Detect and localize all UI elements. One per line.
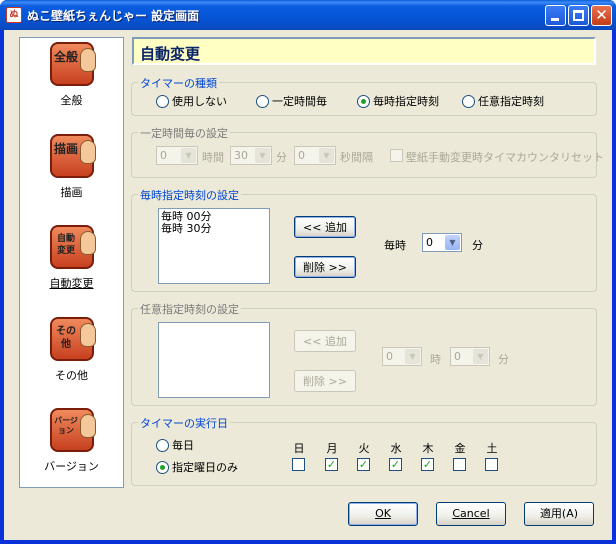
day-label-tue: 火 (358, 442, 370, 455)
sidebar-item-label: その他 (55, 369, 88, 382)
version-icon: バージョン (50, 408, 96, 452)
day-checkbox-wed[interactable]: ✓ (389, 458, 402, 471)
day-label-mon: 月 (326, 442, 338, 455)
hourly-time-list[interactable]: 毎時 00分 毎時 30分 (158, 208, 270, 284)
second-unit-label: 秒間隔 (340, 151, 373, 164)
radio-hourly[interactable]: 毎時指定時刻 (357, 93, 439, 109)
radio-specific-days[interactable]: 指定曜日のみ (156, 459, 238, 475)
day-label-sat: 土 (486, 442, 498, 455)
arbitrary-hour-label: 時 (430, 353, 441, 366)
maximize-button[interactable] (568, 5, 589, 26)
day-label-sun: 日 (293, 442, 305, 455)
close-button[interactable]: ✕ (591, 5, 612, 26)
chevron-down-icon: ▼ (255, 148, 270, 163)
day-checkbox-sat[interactable] (485, 458, 498, 471)
arbitrary-group: 任意指定時刻の設定 << 追加 削除 >> 0 ▼ 時 0 ▼ 分 (131, 301, 597, 406)
interval-hour-select[interactable]: 0 ▼ (156, 146, 198, 165)
sidebar-item-version[interactable]: バージョン バージョン (20, 408, 123, 488)
interval-group: 一定時間毎の設定 0 ▼ 時間 30 ▼ 分 0 ▼ 秒間隔 壁紙手動変更時タイマカウ… (131, 125, 604, 178)
weekday-grid: 日 月 火 水 木 金 土 ✓ ✓ ✓ ✓ (292, 440, 512, 480)
window-title: ぬこ壁紙ちぇんじゃー 設定画面 (27, 9, 200, 23)
sidebar-item-label: 描画 (60, 186, 83, 199)
hourly-add-button[interactable]: << 追加 (294, 216, 356, 238)
interval-legend: 一定時間毎の設定 (138, 125, 230, 141)
hourly-delete-button[interactable]: 削除 >> (294, 256, 356, 278)
list-item[interactable]: 毎時 30分 (161, 223, 267, 235)
day-checkbox-sun[interactable] (292, 458, 305, 471)
sidebar-item-label: 自動変更 (49, 277, 94, 290)
chevron-down-icon: ▼ (473, 349, 488, 364)
interval-minute-select[interactable]: 30 ▼ (230, 146, 272, 165)
chevron-down-icon: ▼ (405, 349, 420, 364)
settings-window: ぬ ぬこ壁紙ちぇんじゃー 設定画面 ✕ 全般 全般 描画 描画 自動変更 自動変… (0, 0, 616, 544)
reset-counter-label: 壁紙手動変更時タイマカウンタリセット (406, 151, 604, 164)
timer-days-group: タイマーの実行日 毎日 指定曜日のみ 日 月 火 水 木 金 土 ✓ ✓ ✓ ✓ (131, 415, 597, 486)
cancel-button[interactable]: Cancel (436, 502, 506, 526)
hourly-group: 毎時指定時刻の設定 毎時 00分 毎時 30分 << 追加 削除 >> 毎時 0… (131, 187, 597, 292)
day-checkbox-mon[interactable]: ✓ (325, 458, 338, 471)
close-icon: ✕ (595, 6, 608, 24)
sidebar-item-drawing[interactable]: 描画 描画 (20, 134, 123, 214)
day-checkbox-tue[interactable]: ✓ (357, 458, 370, 471)
hourly-legend: 毎時指定時刻の設定 (138, 187, 241, 203)
minute-unit-label: 分 (276, 151, 287, 164)
arbitrary-add-button[interactable]: << 追加 (294, 330, 356, 352)
radio-interval[interactable]: 一定時間毎 (256, 93, 327, 109)
arbitrary-minute-label: 分 (498, 353, 509, 366)
radio-arbitrary[interactable]: 任意指定時刻 (462, 93, 544, 109)
arbitrary-legend: 任意指定時刻の設定 (138, 301, 241, 317)
drawing-icon: 描画 (50, 134, 96, 178)
title-bar[interactable]: ぬ ぬこ壁紙ちぇんじゃー 設定画面 ✕ (0, 0, 616, 30)
arbitrary-hour-select[interactable]: 0 ▼ (382, 347, 422, 366)
timer-type-legend: タイマーの種類 (138, 75, 219, 91)
category-sidebar: 全般 全般 描画 描画 自動変更 自動変更 その他 その他 バージョン バージョ… (19, 37, 124, 488)
radio-everyday[interactable]: 毎日 (156, 437, 194, 453)
ok-button[interactable]: OK (348, 502, 418, 526)
hour-unit-label: 時間 (202, 151, 224, 164)
app-icon[interactable]: ぬ (6, 7, 22, 23)
sidebar-item-auto-change[interactable]: 自動変更 自動変更 (20, 225, 123, 305)
arbitrary-delete-button[interactable]: 削除 >> (294, 370, 356, 392)
chevron-down-icon: ▼ (319, 148, 334, 163)
interval-second-select[interactable]: 0 ▼ (294, 146, 336, 165)
day-checkbox-fri[interactable] (453, 458, 466, 471)
general-icon: 全般 (50, 42, 96, 86)
radio-no-timer[interactable]: 使用しない (156, 93, 227, 109)
timer-days-legend: タイマーの実行日 (138, 415, 230, 431)
page-title: 自動変更 (132, 37, 596, 65)
dialog-body: 全般 全般 描画 描画 自動変更 自動変更 その他 その他 バージョン バージョ… (4, 30, 612, 540)
auto-change-icon: 自動変更 (50, 225, 96, 269)
other-icon: その他 (50, 317, 96, 361)
minimize-icon (551, 18, 559, 21)
sidebar-item-general[interactable]: 全般 全般 (20, 42, 123, 122)
minimize-button[interactable] (545, 5, 566, 26)
maximize-icon (573, 10, 584, 21)
timer-type-group: タイマーの種類 使用しない 一定時間毎 毎時指定時刻 任意指定時刻 (131, 75, 597, 116)
sidebar-item-label: 全般 (60, 94, 83, 107)
chevron-down-icon: ▼ (181, 148, 196, 163)
hourly-suffix-label: 分 (472, 239, 483, 252)
sidebar-item-other[interactable]: その他 その他 (20, 317, 123, 397)
day-label-fri: 金 (454, 442, 466, 455)
arbitrary-minute-select[interactable]: 0 ▼ (450, 347, 490, 366)
day-checkbox-thu[interactable]: ✓ (421, 458, 434, 471)
chevron-down-icon: ▼ (445, 235, 460, 250)
day-label-wed: 水 (390, 442, 402, 455)
sidebar-item-label: バージョン (44, 460, 99, 473)
day-label-thu: 木 (422, 442, 434, 455)
arbitrary-time-list[interactable] (158, 322, 270, 398)
reset-counter-checkbox[interactable] (390, 149, 403, 162)
apply-button[interactable]: 適用(A) (524, 502, 594, 526)
hourly-minute-select[interactable]: 0 ▼ (422, 233, 462, 252)
hourly-prefix-label: 毎時 (384, 239, 406, 252)
